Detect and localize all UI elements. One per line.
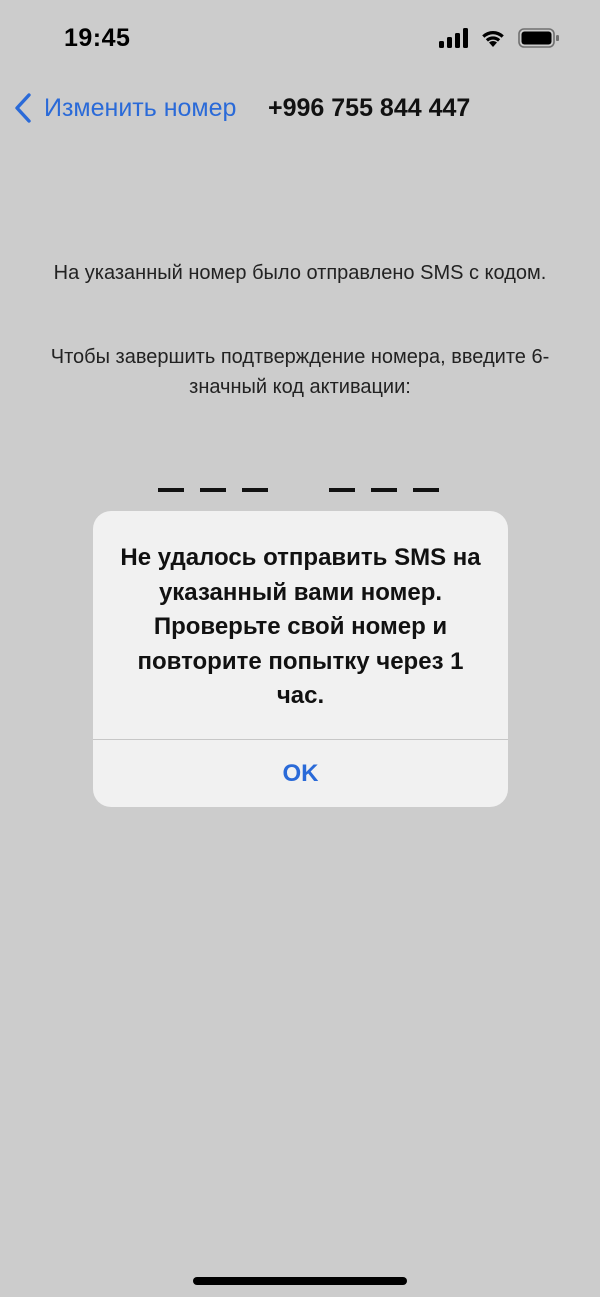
enter-code-instructions: Чтобы завершить подтверждение номера, вв… <box>50 346 550 398</box>
cellular-signal-icon <box>439 28 468 48</box>
status-icons <box>439 28 560 48</box>
battery-icon <box>518 28 560 48</box>
code-slot-4 <box>329 488 355 492</box>
verification-screen: 19:45 Изменить номер +996 755 844 447 На… <box>0 0 600 1297</box>
error-alert-dialog: Не удалось отправить SMS на указанный ва… <box>93 511 508 807</box>
code-slot-6 <box>413 488 439 492</box>
sms-sent-text: На указанный номер было отправлено SMS с… <box>53 262 547 284</box>
status-bar: 19:45 <box>0 0 600 80</box>
phone-number-title: +996 755 844 447 <box>268 94 471 122</box>
back-button-label: Изменить номер <box>44 93 237 122</box>
code-slot-5 <box>371 488 397 492</box>
code-slot-1 <box>158 488 184 492</box>
navigation-bar: Изменить номер +996 755 844 447 <box>0 86 600 130</box>
ok-button[interactable]: OK <box>93 740 508 807</box>
code-input[interactable] <box>0 488 600 494</box>
alert-message: Не удалось отправить SMS на указанный ва… <box>120 544 481 709</box>
code-slot-2 <box>200 488 226 492</box>
code-slot-3 <box>242 488 268 492</box>
wifi-icon <box>480 28 506 48</box>
change-number-back-button[interactable]: Изменить номер <box>12 86 236 130</box>
home-indicator[interactable] <box>193 1277 407 1285</box>
status-time: 19:45 <box>64 24 131 52</box>
chevron-left-icon <box>12 92 34 124</box>
